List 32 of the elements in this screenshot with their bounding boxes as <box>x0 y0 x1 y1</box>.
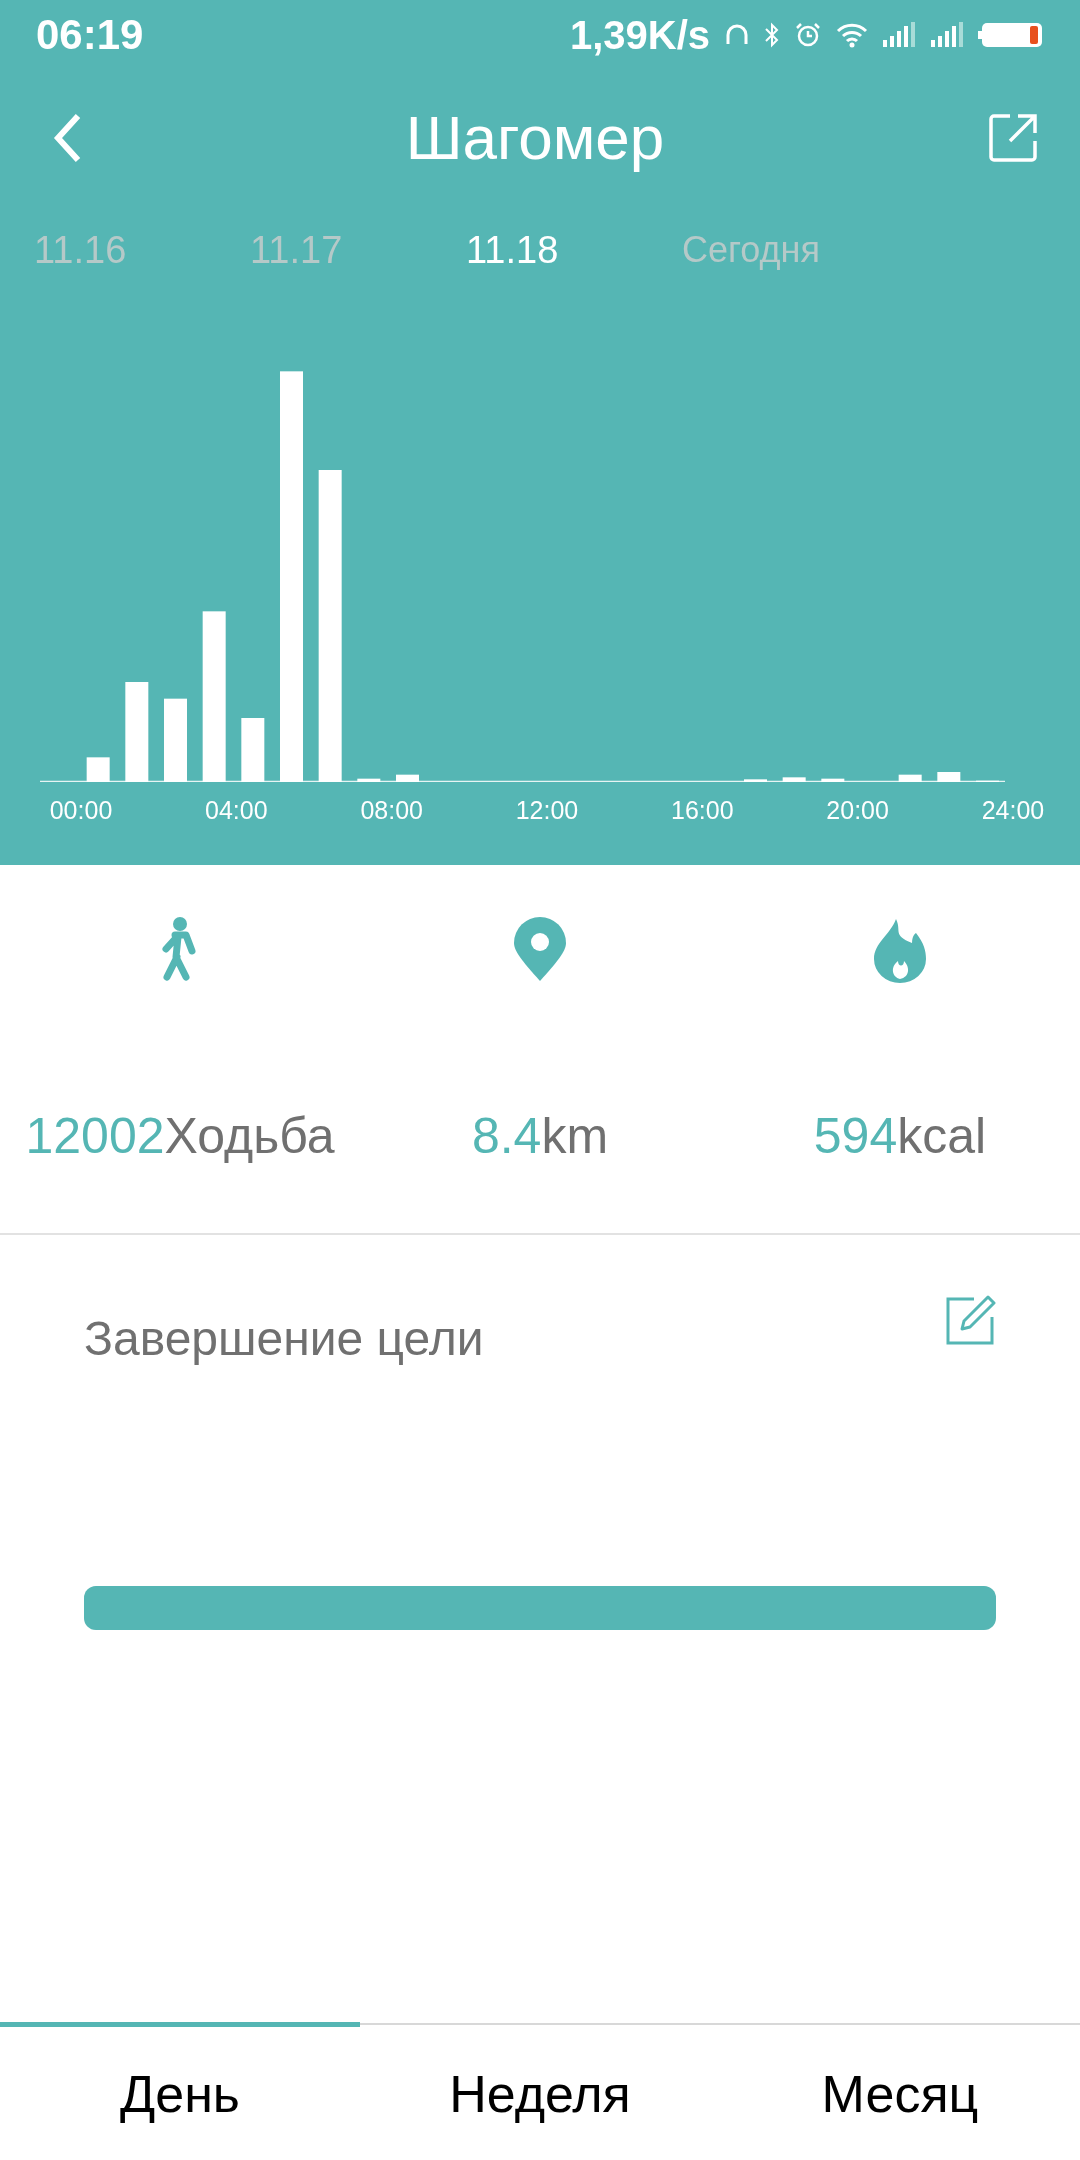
period-tab[interactable]: Неделя <box>360 2022 720 2160</box>
page-title: Шагомер <box>405 102 665 173</box>
date-tab[interactable]: 11.17 <box>250 228 466 272</box>
signal-icon <box>882 22 916 48</box>
axis-label: 12:00 <box>514 796 580 825</box>
location-pin-icon <box>512 917 568 983</box>
date-tab[interactable]: 11.16 <box>34 228 250 272</box>
share-icon[interactable] <box>988 112 1038 163</box>
stat-value: 8.4km <box>471 1107 609 1165</box>
stat-value: 594kcal <box>813 1107 987 1165</box>
battery-icon <box>978 21 1044 49</box>
goal-title: Завершение цели <box>84 1311 484 1366</box>
alarm-icon <box>794 21 822 49</box>
flame-icon <box>872 917 928 983</box>
status-time: 06:19 <box>36 11 144 59</box>
axis-label: 04:00 <box>204 796 269 825</box>
axis-label: 08:00 <box>359 796 424 825</box>
back-icon[interactable] <box>52 111 82 164</box>
axis-label: 16:00 <box>670 796 735 825</box>
axis-label: 20:00 <box>825 796 890 825</box>
axis-label: 24:00 <box>980 796 1046 825</box>
axis-label: 00:00 <box>48 796 114 825</box>
stat-value: 12002Ходьба <box>25 1107 335 1165</box>
bluetooth-icon <box>764 22 780 48</box>
edit-icon[interactable] <box>944 1295 996 1347</box>
wifi-icon <box>836 22 868 48</box>
period-tab[interactable]: День <box>0 2022 360 2160</box>
date-tab[interactable]: Сегодня <box>682 229 898 271</box>
period-tab[interactable]: Месяц <box>720 2022 1080 2160</box>
date-tab[interactable]: 11.18 <box>466 228 682 272</box>
network-speed: 1,39K/s <box>569 12 710 58</box>
signal-icon <box>930 22 964 48</box>
